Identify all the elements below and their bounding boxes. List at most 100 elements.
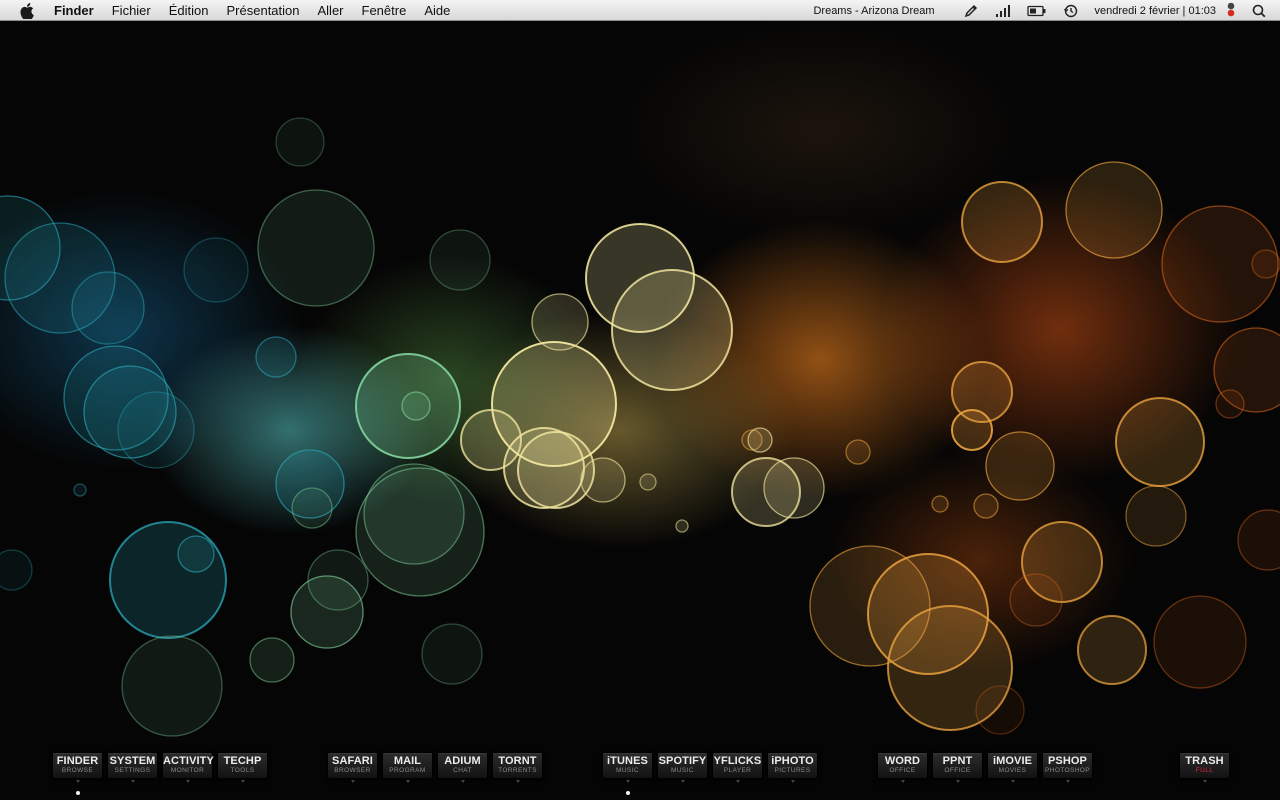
dock-item-sublabel: SETTINGS [114,767,151,774]
bokeh-circle [429,229,491,291]
dock-item-arrow-icon [460,780,465,783]
battery-icon[interactable] [1026,5,1047,17]
bokeh-circle [961,181,1043,263]
signal-bars-icon[interactable] [995,4,1011,18]
dock-item-pshop[interactable]: PSHOP PHOTOSHOP [1042,752,1093,783]
dock-item-adium[interactable]: ADIUM CHAT [437,752,488,783]
dock-item-arrow-icon [405,780,410,783]
bokeh-circle [1115,397,1205,487]
dock-item-arrow-icon [350,780,355,783]
dock-item-sublabel: PROGRAM [389,767,426,774]
dock-item-label: iTUNES [607,755,648,767]
dock-item-sublabel: PICTURES [774,767,811,774]
dock-item-label: MAIL [393,755,422,767]
dock-item-arrow-icon [955,780,960,783]
spotlight-icon[interactable] [1252,4,1266,18]
dock-item-spotify[interactable]: SPOTIFY MUSIC [657,752,708,783]
dock-item-sublabel: PLAYER [723,767,752,774]
dock-item-label: TRASH [1185,755,1224,767]
bokeh-circle [517,431,595,509]
dock-item-sublabel: BROWSER [334,767,371,774]
now-playing-text[interactable]: Dreams - Arizona Dream [813,5,934,17]
dock-item-sublabel: TORRENTS [498,767,537,774]
bokeh-circle [121,635,223,737]
clock-text[interactable]: vendredi 2 février | 01:03 [1095,5,1216,17]
dock-item-tornt[interactable]: TORNT TORRENTS [492,752,543,783]
dock-item-sublabel: MONITOR [170,767,205,774]
bokeh-circle [1237,509,1280,571]
bokeh-circle [421,623,483,685]
dock-item-sublabel: MUSIC [616,767,639,774]
dock-item-sublabel: MOVIES [998,767,1027,774]
dock-item-arrow-icon [735,780,740,783]
dock-item-ppnt[interactable]: PPNT OFFICE [932,752,983,783]
dock-item-arrow-icon [130,780,135,783]
menu-presentation[interactable]: Présentation [218,0,309,21]
dock-item-itunes[interactable]: iTUNES MUSIC [602,752,653,783]
dock-item-sublabel: CHAT [453,767,472,774]
dock-item-arrow-icon [625,780,630,783]
bokeh-circle [257,189,375,307]
bokeh-circle [531,293,589,351]
bokeh-circle [931,495,949,513]
dock-item-finder[interactable]: FINDER BROWSE [52,752,103,783]
apple-icon[interactable] [17,1,37,21]
dock-item-mail[interactable]: MAIL PROGRAM [382,752,433,783]
menu-fichier[interactable]: Fichier [103,0,160,21]
bokeh-circle [975,685,1025,735]
dock-item-activity[interactable]: ACTIVITY MONITOR [162,752,214,783]
bokeh-circle [1065,161,1163,259]
dock-item-label: ADIUM [444,755,481,767]
menu-bar: Finder Fichier Édition Présentation Alle… [0,0,1280,21]
bokeh-circle [763,457,825,519]
dock-item-sublabel: TOOLS [230,767,255,774]
bokeh-circle [183,237,249,303]
dock-item-system[interactable]: SYSTEM SETTINGS [107,752,158,783]
menu-aide[interactable]: Aide [415,0,459,21]
dock-item-imovie[interactable]: iMOVIE MOVIES [987,752,1038,783]
dock-item-label: TECHP [223,755,262,767]
dock-item-label: ACTIVITY [163,755,214,767]
dock-item-techp[interactable]: TECHP TOOLS [217,752,268,783]
dock-item-label: PSHOP [1047,755,1087,767]
bokeh-circle [109,521,227,639]
desktop-wallpaper [0,0,1280,800]
bokeh-circle [291,487,333,529]
bokeh-circle [275,117,325,167]
dock-item-iphoto[interactable]: iPHOTO PICTURES [767,752,818,783]
traffic-light-icon[interactable] [1226,2,1236,20]
bokeh-circle [307,549,369,611]
bokeh-circle [845,439,871,465]
menu-app-name[interactable]: Finder [54,0,103,21]
time-machine-icon[interactable] [1063,3,1079,19]
dock-item-safari[interactable]: SAFARI BROWSER [327,752,378,783]
bokeh-circle [1009,573,1063,627]
dock-item-label: FINDER [56,755,99,767]
dock-item-trash[interactable]: TRASH FULL [1179,752,1230,783]
dock-item-label: SAFARI [332,755,373,767]
bokeh-circle [401,391,431,421]
dock-item-label: TORNT [498,755,537,767]
menu-fenetre[interactable]: Fenêtre [353,0,416,21]
dock-item-sublabel: BROWSE [61,767,94,774]
bokeh-circle [355,467,485,597]
running-indicator [625,791,630,795]
menu-aller[interactable]: Aller [309,0,353,21]
bokeh-circle [0,549,33,591]
bokeh-circle [675,519,689,533]
dock-item-arrow-icon [1010,780,1015,783]
dock-item-sublabel: MUSIC [671,767,694,774]
dock-item-sublabel: OFFICE [889,767,916,774]
dock-item-arrow-icon [515,780,520,783]
dock-item-arrow-icon [1202,780,1207,783]
menu-edition[interactable]: Édition [160,0,218,21]
pencil-icon[interactable] [963,3,979,19]
dock-item-word[interactable]: WORD OFFICE [877,752,928,783]
dock-item-label: iPHOTO [771,755,814,767]
bokeh-circle [611,269,733,391]
bokeh-circle [580,457,626,503]
dock-item-arrow-icon [680,780,685,783]
dock-item-yflicks[interactable]: YFLICKS PLAYER [712,752,763,783]
dock-item-sublabel: PHOTOSHOP [1044,767,1090,774]
bokeh-circle [985,431,1055,501]
